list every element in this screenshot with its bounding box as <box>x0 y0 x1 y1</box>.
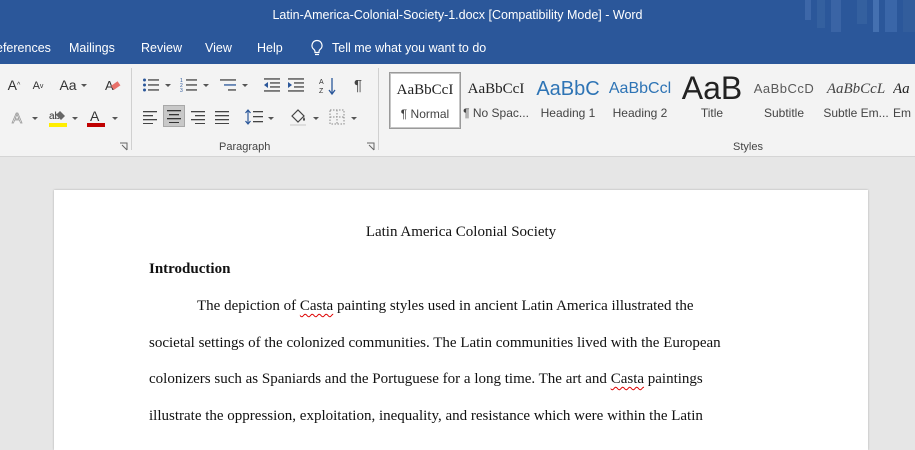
window-title: Latin-America-Colonial-Society-1.docx [C… <box>272 8 643 22</box>
justify-icon <box>215 111 229 124</box>
numbering-button[interactable]: 123 <box>179 75 199 95</box>
font-dialog-launcher-icon[interactable] <box>119 142 128 151</box>
svg-text:A: A <box>90 108 100 124</box>
chevron-down-icon <box>203 84 209 87</box>
paragraph-line: colonizers such as Spaniards and the Por… <box>149 371 703 388</box>
svg-text:A: A <box>12 110 22 126</box>
align-right-icon <box>191 111 205 124</box>
paragraph-dialog-launcher-icon[interactable] <box>366 142 375 151</box>
paragraph-line: societal settings of the colonized commu… <box>149 335 721 352</box>
style-subtle-emphasis[interactable]: AaBbCcL Subtle Em... <box>821 72 891 127</box>
line-spacing-icon <box>245 109 263 125</box>
borders-icon <box>329 109 345 125</box>
justify-button[interactable] <box>213 108 231 126</box>
multilevel-list-button[interactable] <box>218 75 238 95</box>
ribbon-tabs: eferences Mailings Review View Help Tell… <box>0 32 915 64</box>
highlighter-icon: ab <box>49 111 67 127</box>
document-page[interactable]: Latin America Colonial Society Introduct… <box>54 190 868 450</box>
align-left-icon <box>143 111 157 124</box>
chevron-down-icon <box>81 84 87 87</box>
style-emphasis[interactable]: Aa Em <box>893 72 915 127</box>
svg-text:A: A <box>319 79 324 86</box>
show-formatting-marks-button[interactable]: ¶ <box>349 75 367 95</box>
style-heading-1[interactable]: AaBbC Heading 1 <box>533 72 603 127</box>
paragraph-line: The depiction of Casta painting styles u… <box>197 298 694 315</box>
increase-indent-button[interactable] <box>286 75 306 95</box>
styles-group-label: Styles <box>733 141 763 153</box>
style-no-spacing[interactable]: AaBbCcI ¶ No Spac... <box>461 72 531 127</box>
shading-button[interactable] <box>288 107 308 127</box>
style-normal[interactable]: AaBbCcI ¶ Normal <box>389 72 461 129</box>
paragraph-group-label: Paragraph <box>219 141 271 153</box>
text-effects-button[interactable]: A <box>10 108 28 126</box>
text-run: painting styles used in ancient Latin Am… <box>333 298 694 314</box>
text-run: societal settings of the colonized commu… <box>149 335 721 351</box>
shrink-font-button[interactable]: Av <box>30 77 46 95</box>
change-case-button[interactable]: Aa <box>58 75 78 95</box>
sort-button[interactable]: AZ <box>318 75 338 97</box>
lightbulb-icon <box>311 39 323 56</box>
misspelled-word[interactable]: Casta <box>300 298 333 314</box>
text-run: paintings <box>644 371 703 387</box>
svg-text:Z: Z <box>319 88 324 95</box>
align-left-button[interactable] <box>141 108 159 126</box>
chevron-down-icon <box>165 84 171 87</box>
bullets-button[interactable] <box>141 75 161 95</box>
style-title[interactable]: AaB Title <box>677 72 747 127</box>
increase-indent-icon <box>288 78 304 92</box>
svg-text:3: 3 <box>180 88 183 93</box>
style-subtitle[interactable]: AaBbCcD Subtitle <box>749 72 819 127</box>
title-bar-decoration <box>805 0 915 32</box>
align-center-icon <box>167 110 181 123</box>
tab-references[interactable]: eferences <box>0 41 51 55</box>
section-heading: Introduction <box>149 261 231 277</box>
tab-help[interactable]: Help <box>257 41 283 55</box>
tab-review[interactable]: Review <box>141 41 182 55</box>
numbering-icon: 123 <box>180 78 197 93</box>
font-color-button[interactable]: A <box>86 107 106 129</box>
sort-icon: AZ <box>319 78 336 96</box>
decrease-indent-button[interactable] <box>262 75 282 95</box>
highlight-button[interactable]: ab <box>48 107 68 129</box>
font-color-icon: A <box>87 108 105 127</box>
chevron-down-icon <box>72 117 78 120</box>
bullets-icon <box>143 78 159 92</box>
text-run: The depiction of <box>197 298 300 314</box>
tab-view[interactable]: View <box>205 41 232 55</box>
document-title: Latin America Colonial Society <box>365 224 557 240</box>
misspelled-word[interactable]: Casta <box>611 371 644 387</box>
style-heading-2[interactable]: AaBbCcl Heading 2 <box>605 72 675 127</box>
pilcrow-icon: ¶ <box>353 76 363 94</box>
document-canvas[interactable]: Latin America Colonial Society Introduct… <box>0 157 915 450</box>
chevron-down-icon <box>32 117 38 120</box>
chevron-down-icon <box>242 84 248 87</box>
group-separator <box>131 68 132 150</box>
center-button[interactable] <box>163 105 185 127</box>
ribbon: A ^ Av Aa A A ab A 12 3 A Z ¶ Paragraph … <box>0 64 915 157</box>
title-bar: Latin-America-Colonial-Society-1.docx [C… <box>0 0 915 32</box>
paragraph-line: illustrate the oppression, exploitation,… <box>149 408 703 425</box>
decrease-indent-icon <box>264 78 280 92</box>
line-spacing-button[interactable] <box>244 107 264 127</box>
text-run: illustrate the oppression, exploitation,… <box>149 408 703 424</box>
text-run: colonizers such as Spaniards and the Por… <box>149 371 611 387</box>
tell-me-search[interactable]: Tell me what you want to do <box>310 39 486 57</box>
chevron-down-icon <box>112 117 118 120</box>
group-separator <box>378 68 379 150</box>
chevron-down-icon <box>351 117 357 120</box>
tell-me-text: Tell me what you want to do <box>332 41 487 55</box>
grow-font-button[interactable]: A ^ <box>6 75 22 95</box>
multilevel-list-icon <box>220 79 236 91</box>
chevron-down-icon <box>268 117 274 120</box>
align-right-button[interactable] <box>189 108 207 126</box>
clear-formatting-button[interactable]: A <box>104 76 122 94</box>
paint-bucket-icon <box>290 109 306 126</box>
tab-mailings[interactable]: Mailings <box>69 41 115 55</box>
borders-button[interactable] <box>328 108 346 126</box>
text-effects-icon: A <box>12 110 23 126</box>
chevron-down-icon <box>313 117 319 120</box>
clear-formatting-icon: A <box>105 78 121 93</box>
